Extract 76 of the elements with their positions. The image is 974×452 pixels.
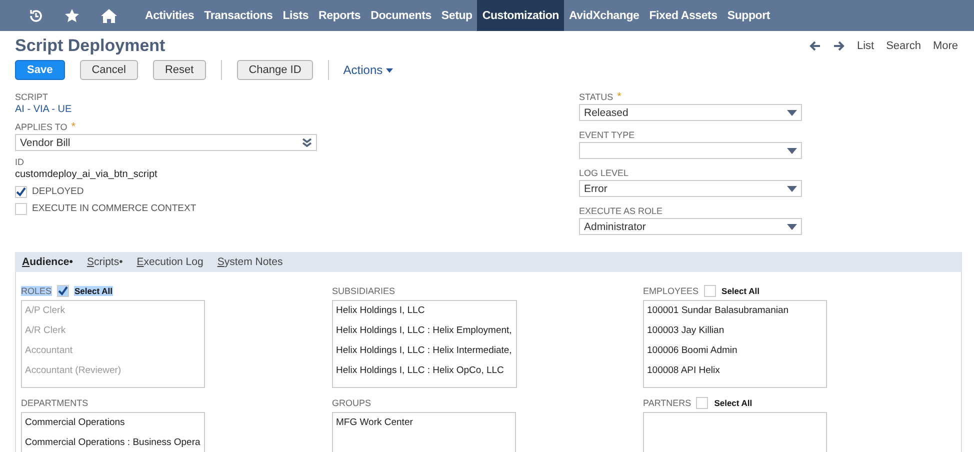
list-label: GROUPS [332, 398, 372, 408]
caret-icon [787, 110, 797, 116]
toolbar-button[interactable]: Change ID [236, 60, 314, 80]
dropdown-field[interactable] [579, 142, 802, 159]
list-option[interactable]: 100003 Jay Killian [647, 321, 822, 341]
field-label: ID [15, 157, 25, 167]
multi-select-list[interactable]: 100001 Sundar Balasubramanian 100003 Jay Killian 100006 Boomi Admin 100008 API Helix [643, 300, 827, 388]
list-label: DEPARTMENTS [21, 398, 88, 408]
checkbox-label: EXECUTE IN COMMERCE CONTEXT [32, 203, 196, 214]
select-all-label: Select All [713, 398, 754, 408]
nav-menu-item[interactable]: Documents [366, 0, 436, 31]
forward-arrow-icon[interactable] [832, 41, 845, 51]
list-label: EMPLOYEES [643, 286, 699, 296]
list-option[interactable]: Helix Holdings I, LLC [336, 301, 512, 321]
list-option[interactable]: MFG Work Center [336, 413, 511, 433]
home-icon[interactable] [100, 8, 118, 24]
list-option[interactable]: 100008 API Helix [647, 361, 822, 381]
list-option[interactable]: 100006 Boomi Admin [647, 341, 822, 361]
list-option[interactable]: Commercial Operations : Business Opera [25, 433, 200, 452]
header-link[interactable]: More [932, 40, 958, 52]
tab[interactable]: Scripts• [86, 256, 123, 268]
star-icon[interactable] [64, 8, 80, 24]
multi-select-list[interactable]: Commercial Operations Commercial Operations : Business Opera [21, 412, 206, 452]
actions-menu[interactable]: Actions [343, 63, 393, 77]
nav-menu-item[interactable]: Fixed Assets [644, 0, 722, 31]
select-all-label: Select All [74, 286, 114, 296]
script-link[interactable]: AI - VIA - UE [15, 104, 579, 116]
nav-menu-item[interactable]: Support [722, 0, 776, 31]
recent-clock-icon[interactable] [28, 8, 44, 24]
dropdown-field[interactable]: Error [579, 180, 802, 197]
list-option[interactable]: Helix Holdings I, LLC : Helix Employment, [336, 321, 512, 341]
caret-icon [787, 186, 797, 192]
list-option[interactable]: Helix Holdings I, LLC : Helix Intermediate, [336, 341, 512, 361]
nav-menu-item[interactable]: Setup [436, 0, 478, 31]
nav-menu-item[interactable]: Lists [278, 0, 314, 31]
multi-select-list[interactable]: MFG Work Center [332, 412, 516, 452]
field-label: STATUS * [579, 92, 622, 102]
caret-icon [787, 224, 797, 230]
nav-menu-item[interactable]: Activities [140, 0, 200, 31]
tab[interactable]: System Notes [217, 256, 283, 268]
applies-to-dropdown[interactable]: Vendor Bill [15, 134, 317, 151]
field-label: APPLIES TO * [15, 122, 76, 132]
select-all-label: Select All [720, 286, 760, 296]
id-value: customdeploy_ai_via_btn_script [15, 169, 158, 181]
list-option[interactable]: Commercial Operations [25, 413, 200, 433]
field-label: SCRIPT [15, 92, 50, 102]
caret-icon [787, 148, 797, 154]
list-option[interactable]: 100001 Sundar Balasubramanian [647, 301, 822, 321]
double-chevron-icon [302, 138, 312, 148]
toolbar-button[interactable]: Cancel [80, 60, 138, 80]
header-link[interactable]: List [856, 40, 874, 52]
checkbox[interactable] [15, 186, 27, 198]
required-mark: * [71, 121, 76, 133]
nav-menu-item[interactable]: Customization [477, 0, 564, 31]
list-option[interactable]: Helix Holdings I, LLC : Helix OpCo, LLC [336, 361, 512, 381]
dropdown-field[interactable]: Released [579, 104, 802, 121]
tab[interactable]: Audience• [22, 256, 73, 268]
multi-select-list[interactable]: Helix Holdings I, LLC Helix Holdings I, LLC : Helix Employment, Helix Holdings I, LLC : Helix Intermediate, Helix Holdings I, LLC : Helix OpCo, LLC [332, 300, 517, 388]
caret-icon [386, 68, 393, 72]
tab[interactable]: Execution Log [136, 256, 204, 268]
dropdown-field[interactable]: Administrator [579, 218, 802, 235]
checkbox-label: DEPLOYED [32, 186, 84, 197]
toolbar-button[interactable]: Reset [152, 60, 206, 80]
field-label: EXECUTE AS ROLE [579, 206, 664, 216]
nav-menu-item[interactable]: Reports [314, 0, 366, 31]
list-label: PARTNERS [643, 398, 692, 408]
page-title: Script Deployment [15, 36, 166, 56]
header-link[interactable]: Search [886, 40, 921, 52]
field-label: EVENT TYPE [579, 130, 636, 140]
required-mark: * [617, 91, 622, 103]
list-label: SUBSIDIARIES [332, 286, 396, 296]
nav-menu-item[interactable]: Transactions [199, 0, 278, 31]
back-arrow-icon[interactable] [808, 41, 821, 51]
nav-menu-item[interactable]: AvidXchange [564, 0, 644, 31]
list-label: ROLES [21, 286, 52, 296]
field-label: LOG LEVEL [579, 168, 630, 178]
